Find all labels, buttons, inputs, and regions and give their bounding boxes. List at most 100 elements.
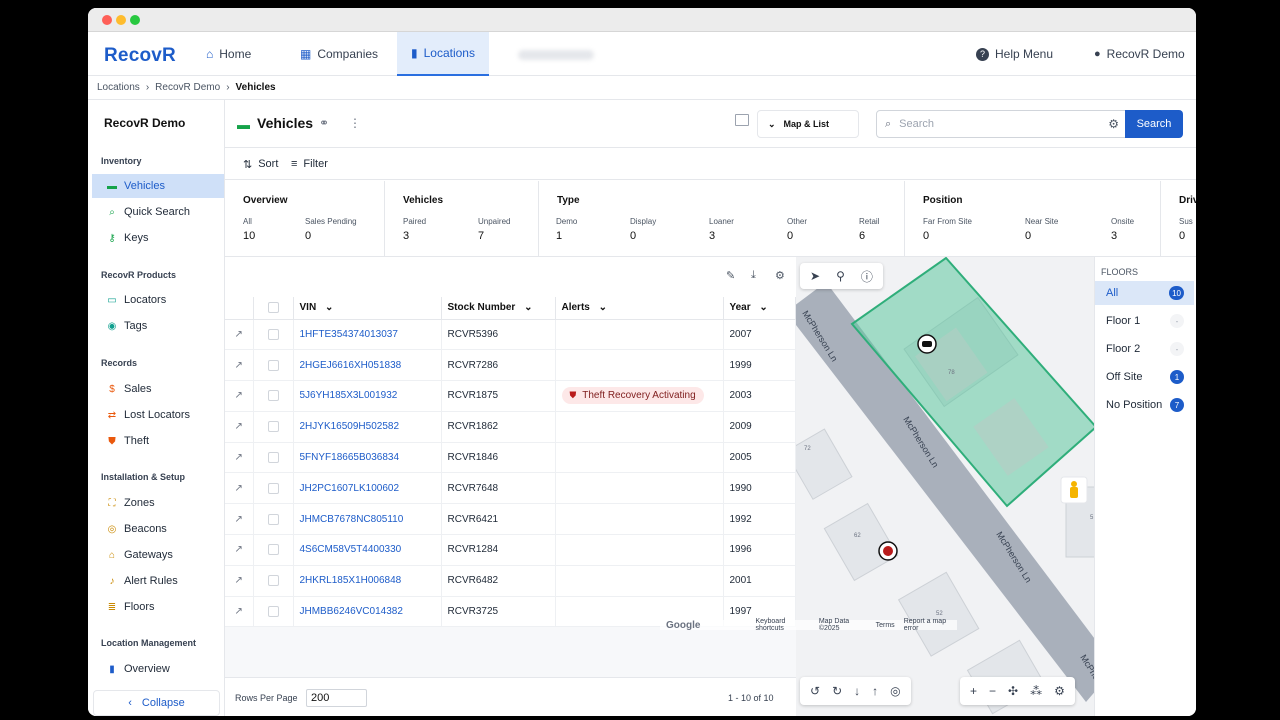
collapse-button[interactable]: ‹ Collapse — [93, 690, 220, 716]
cluster-icon[interactable]: ⁂ — [1030, 684, 1042, 698]
navigate-icon[interactable]: ➤ — [810, 269, 820, 283]
open-arrow-icon[interactable]: ↗ — [235, 360, 243, 371]
rows-per-page-input[interactable]: 200 — [306, 689, 367, 707]
sidebar-item-alert-rules[interactable]: ♪ Alert Rules — [92, 569, 224, 593]
row-checkbox[interactable] — [267, 359, 279, 371]
filter-button[interactable]: ≡ Filter — [291, 158, 328, 170]
open-arrow-icon[interactable]: ↗ — [235, 606, 243, 617]
vin-cell[interactable]: JHMCB7678NC805110 — [293, 503, 442, 536]
vin-cell[interactable]: 5FNYF18665B036834 — [293, 442, 442, 474]
arrow-down-icon[interactable]: ↓ — [854, 684, 860, 698]
stat-unpaired[interactable]: Unpaired 7 — [478, 217, 510, 242]
stat-display[interactable]: Display 0 — [630, 217, 656, 242]
open-arrow-icon[interactable]: ↗ — [235, 544, 243, 555]
row-checkbox[interactable] — [267, 328, 279, 340]
arrow-up-icon[interactable]: ↑ — [872, 684, 878, 698]
layout-icon[interactable] — [735, 114, 749, 126]
row-checkbox[interactable] — [267, 390, 279, 402]
compass-icon[interactable]: ◎ — [890, 684, 900, 698]
sidebar-item-zones[interactable]: ⛶ Zones — [92, 491, 224, 515]
stock-column-header[interactable]: Stock Number ⌄ — [441, 297, 556, 320]
open-arrow-icon[interactable]: ↗ — [235, 514, 243, 525]
sidebar-item-locators[interactable]: ▭ Locators — [92, 288, 224, 312]
table-row[interactable]: ↗ 2HKRL185X1H006848 RCVR6482 2001 — [225, 565, 796, 597]
floor-item[interactable]: Floor 2 - — [1095, 337, 1194, 361]
table-row[interactable]: ↗ 1HFTE354374013037 RCVR5396 2007 — [225, 319, 796, 351]
sidebar-item-floors[interactable]: ≣ Floors — [92, 595, 224, 619]
minimize-window-button[interactable] — [116, 15, 126, 25]
row-checkbox[interactable] — [267, 544, 279, 556]
zoom-in-icon[interactable]: + — [970, 684, 977, 698]
vin-cell[interactable]: 2HKRL185X1H006848 — [293, 565, 442, 597]
vin-column-header[interactable]: VIN ⌄ — [293, 297, 442, 320]
terms-link[interactable]: Terms — [876, 622, 895, 629]
edit-icon[interactable]: ✎ — [726, 269, 735, 282]
report-error-link[interactable]: Report a map error — [904, 618, 957, 632]
alerts-column-header[interactable]: Alerts ⌄ — [555, 297, 724, 320]
nav-locations[interactable]: ▮ Locations — [397, 32, 489, 76]
help-menu[interactable]: ? Help Menu — [976, 32, 1053, 76]
stat-loaner[interactable]: Loaner 3 — [709, 217, 734, 242]
gear-icon[interactable]: ⚙ — [1054, 684, 1065, 698]
row-checkbox[interactable] — [267, 421, 279, 433]
sort-button[interactable]: ⇅ Sort — [243, 158, 278, 171]
pin-icon[interactable]: ⚲ — [836, 269, 845, 283]
table-row[interactable]: ↗ JHMCB7678NC805110 RCVR6421 1992 — [225, 503, 796, 536]
row-checkbox[interactable] — [267, 606, 279, 617]
sidebar-item-gateways[interactable]: ⌂ Gateways — [92, 543, 224, 567]
row-checkbox[interactable] — [267, 452, 279, 464]
fit-bounds-icon[interactable]: ✣ — [1008, 684, 1018, 698]
sidebar-item-quick-search[interactable]: ⌕ Quick Search — [92, 200, 224, 224]
table-row[interactable]: ↗ JH2PC1607LK100602 RCVR7648 1990 — [225, 472, 796, 505]
keyboard-shortcuts-link[interactable]: Keyboard shortcuts — [755, 618, 809, 632]
row-checkbox[interactable] — [267, 513, 279, 525]
breadcrumb-locations[interactable]: Locations — [97, 82, 140, 93]
stat-demo[interactable]: Demo 1 — [556, 217, 577, 242]
link-icon[interactable]: ⚭ — [319, 116, 329, 130]
search-button[interactable]: Search — [1125, 110, 1183, 138]
table-row[interactable]: ↗ 2HJYK16509H502582 RCVR1862 2009 — [225, 411, 796, 443]
download-icon[interactable]: ⤓ — [751, 269, 756, 282]
undo-icon[interactable]: ↺ — [810, 684, 820, 698]
gear-icon[interactable]: ⚙ — [1108, 117, 1119, 131]
nav-home[interactable]: ⌂ Home — [206, 32, 251, 76]
open-arrow-icon[interactable]: ↗ — [235, 575, 243, 586]
floor-item[interactable]: All 10 — [1095, 281, 1194, 305]
stat-sales-pending[interactable]: Sales Pending 0 — [305, 217, 357, 242]
street-view-pegman-icon[interactable] — [1060, 476, 1088, 504]
stat-paired[interactable]: Paired 3 — [403, 217, 426, 242]
table-row[interactable]: ↗ 5FNYF18665B036834 RCVR1846 2005 — [225, 442, 796, 474]
stat-all[interactable]: All 10 — [243, 217, 255, 242]
stat-sus[interactable]: Sus 0 — [1179, 217, 1193, 242]
sidebar-item-theft[interactable]: ⛊ Theft — [92, 429, 224, 453]
table-row[interactable]: ↗ 4S6CM58V5T4400330 RCVR1284 1996 — [225, 534, 796, 566]
floor-item[interactable]: No Position 7 — [1095, 393, 1194, 417]
sidebar-item-sales[interactable]: $ Sales — [92, 377, 224, 401]
vin-cell[interactable]: JHMBB6246VC014382 — [293, 596, 442, 628]
vin-cell[interactable]: 2HJYK16509H502582 — [293, 411, 442, 443]
app-logo[interactable]: RecovR — [104, 45, 176, 67]
stat-near-site[interactable]: Near Site 0 — [1025, 217, 1058, 242]
sidebar-item-lost-locators[interactable]: ⇄ Lost Locators — [92, 403, 224, 427]
info-icon[interactable]: ⓘ — [861, 268, 873, 285]
maximize-window-button[interactable] — [130, 15, 140, 25]
gear-icon[interactable]: ⚙ — [775, 269, 785, 282]
user-menu[interactable]: ● RecovR Demo — [1094, 32, 1185, 76]
view-select[interactable]: ⌄ Map & List — [757, 110, 859, 138]
floor-item[interactable]: Off Site 1 — [1095, 365, 1194, 389]
select-all-checkbox[interactable] — [267, 302, 279, 314]
open-arrow-icon[interactable]: ↗ — [235, 390, 243, 401]
open-arrow-icon[interactable]: ↗ — [235, 329, 243, 340]
sidebar-item-keys[interactable]: ⚷ Keys — [92, 226, 224, 250]
blurred-nav-item[interactable] — [518, 50, 594, 60]
vin-cell[interactable]: JH2PC1607LK100602 — [293, 472, 442, 505]
breadcrumb-recovr-demo[interactable]: RecovR Demo — [155, 82, 220, 93]
search-input[interactable]: ⌕ Search ⚙ — [876, 110, 1126, 138]
theft-alert-marker[interactable] — [878, 541, 898, 561]
open-arrow-icon[interactable]: ↗ — [235, 452, 243, 463]
row-checkbox[interactable] — [267, 482, 279, 494]
row-checkbox[interactable] — [267, 575, 279, 587]
sidebar-item-tags[interactable]: ◉ Tags — [92, 314, 224, 338]
table-row[interactable]: ↗ 5J6YH185X3L001932 RCVR1875 ⛊ Theft Recover… — [225, 380, 796, 412]
floor-item[interactable]: Floor 1 - — [1095, 309, 1194, 333]
